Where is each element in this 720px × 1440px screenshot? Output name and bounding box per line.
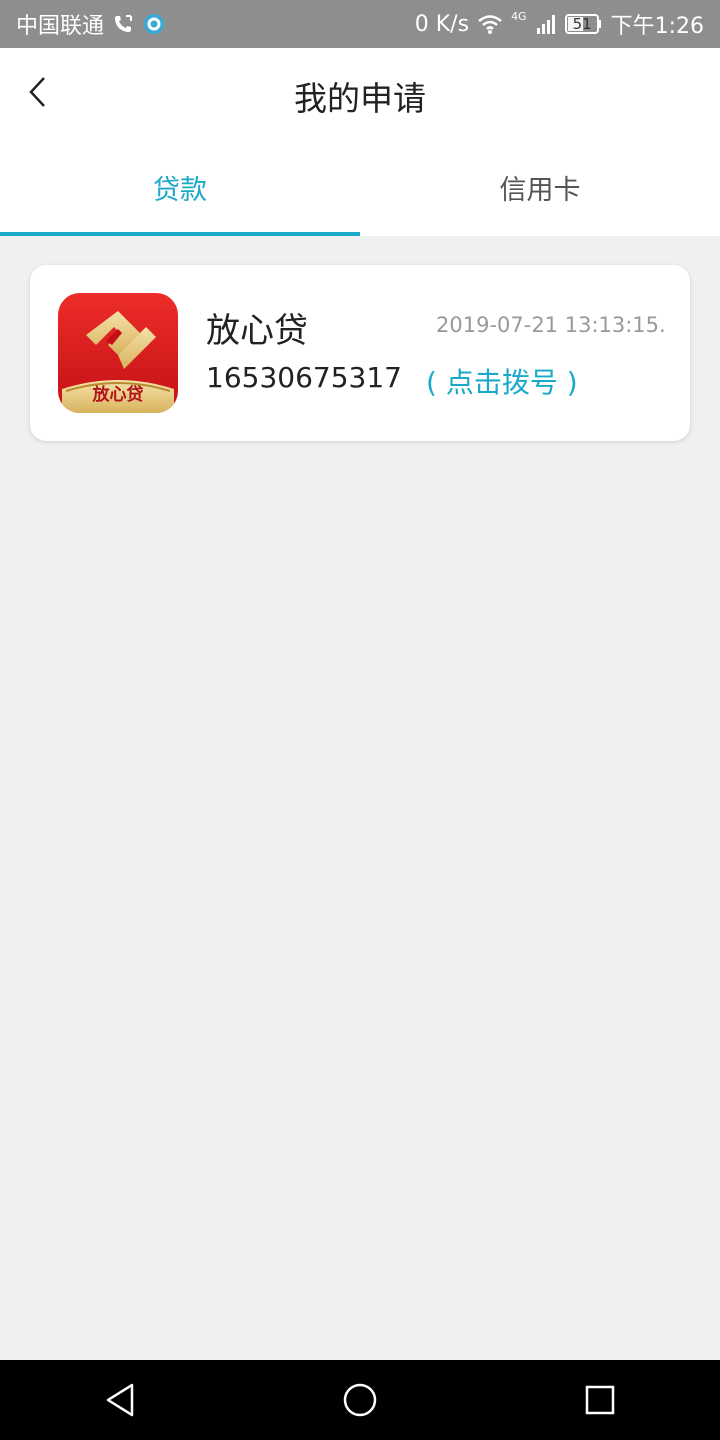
clock: 下午1:26 <box>610 14 704 39</box>
app-bar: 我的申请 <box>0 48 720 138</box>
phone-number: 16530675317 <box>206 361 402 394</box>
network-type: 4G <box>511 9 527 23</box>
home-circle-icon <box>343 1383 377 1417</box>
tab-loans[interactable]: 贷款 <box>0 138 360 236</box>
status-bar: 中国联通 0 K/s 4G 51 下午1:26 <box>0 0 720 48</box>
signal-icon <box>535 13 557 35</box>
tab-bar: 贷款 信用卡 <box>0 138 720 236</box>
lender-name: 放心贷 <box>206 311 308 351</box>
system-nav-bar <box>0 1360 720 1440</box>
network-speed: 0 K/s <box>414 11 470 37</box>
page-title: 我的申请 <box>294 79 426 118</box>
application-card[interactable]: 放心贷 放心贷 2019-07-21 13:13:15... 165306753… <box>30 265 690 441</box>
nav-back-button[interactable] <box>80 1360 160 1440</box>
recents-square-icon <box>585 1385 615 1415</box>
battery-icon: 51 <box>564 13 603 35</box>
application-time: 2019-07-21 13:13:15... <box>436 313 666 337</box>
app-notify-icon <box>142 12 166 36</box>
nav-home-button[interactable] <box>320 1360 400 1440</box>
phone-call-icon <box>112 13 134 35</box>
nav-recents-button[interactable] <box>560 1360 640 1440</box>
back-triangle-icon <box>106 1383 134 1417</box>
logo-text: 放心贷 <box>92 385 144 405</box>
dial-link[interactable]: ( 点击拨号 ) <box>426 361 578 401</box>
wifi-icon <box>477 13 503 35</box>
carrier-label: 中国联通 <box>16 14 105 39</box>
battery-level: 51 <box>572 15 592 33</box>
tab-credit-cards[interactable]: 信用卡 <box>360 138 720 236</box>
app-logo: 放心贷 <box>58 293 178 413</box>
